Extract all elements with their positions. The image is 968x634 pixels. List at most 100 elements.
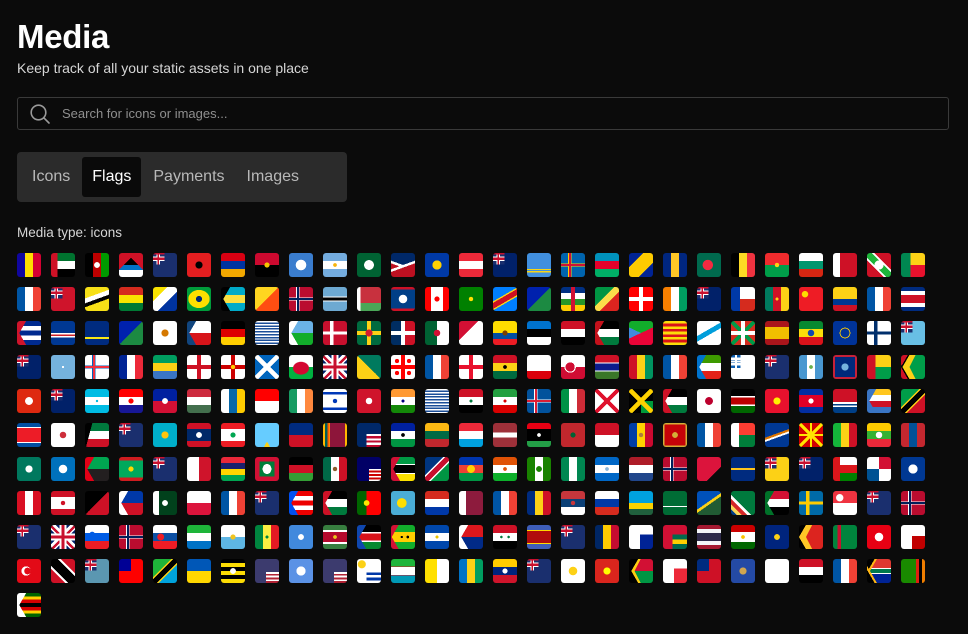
flag-botswana[interactable] <box>323 287 347 311</box>
flag-san-marino[interactable] <box>221 525 245 549</box>
flag-aland-islands[interactable] <box>561 253 585 277</box>
flag-heard-island[interactable] <box>51 389 75 413</box>
flag-togo[interactable] <box>663 525 687 549</box>
flag-philippines[interactable] <box>119 491 143 515</box>
flag-lesotho[interactable] <box>391 423 415 447</box>
flag-france[interactable] <box>119 355 143 379</box>
flag-india[interactable] <box>391 389 415 413</box>
flag-bangladesh[interactable] <box>697 253 721 277</box>
tab-payments[interactable]: Payments <box>143 157 234 197</box>
flag-djibouti[interactable] <box>289 321 313 345</box>
flag-asean[interactable] <box>425 253 449 277</box>
flag-isle-of-man[interactable] <box>357 389 381 413</box>
flag-malaysia[interactable] <box>357 457 381 481</box>
flag-bermuda[interactable] <box>51 287 75 311</box>
flag-thailand[interactable] <box>697 525 721 549</box>
flag-papua-new-guinea[interactable] <box>85 491 109 515</box>
flag-french-polynesia[interactable] <box>51 491 75 515</box>
flag-bhutan[interactable] <box>255 287 279 311</box>
flag-bahrain[interactable] <box>833 253 857 277</box>
flag-aruba[interactable] <box>527 253 551 277</box>
flag-scotland[interactable] <box>255 355 279 379</box>
flag-vanuatu[interactable] <box>629 559 653 583</box>
flag-christmas-island[interactable] <box>527 287 551 311</box>
flag-vietnam[interactable] <box>595 559 619 583</box>
flag-chile[interactable] <box>731 287 755 311</box>
flag-gibraltar[interactable] <box>527 355 551 379</box>
flag-cape-verde[interactable] <box>51 321 75 345</box>
flag-barbados[interactable] <box>663 253 687 277</box>
flag-belgium[interactable] <box>731 253 755 277</box>
flag-guinea-bissau[interactable] <box>867 355 891 379</box>
flag-macau[interactable] <box>17 457 41 481</box>
flag-hong-kong[interactable] <box>17 389 41 413</box>
flag-guam[interactable] <box>833 355 857 379</box>
flag-montenegro[interactable] <box>663 423 687 447</box>
flag-china[interactable] <box>799 287 823 311</box>
flag-timor-leste[interactable] <box>799 525 823 549</box>
flag-gambia[interactable] <box>595 355 619 379</box>
flag-galicia[interactable] <box>697 321 721 345</box>
flag-kyrgyzstan[interactable] <box>765 389 789 413</box>
flag-south-korea[interactable] <box>51 423 75 447</box>
flag-tajikistan[interactable] <box>731 525 755 549</box>
flag-hungary[interactable] <box>187 389 211 413</box>
flag-us-outlying-islands[interactable] <box>255 559 279 583</box>
flag-portugal[interactable] <box>357 491 381 515</box>
flag-tonga[interactable] <box>901 525 925 549</box>
flag-turkey[interactable] <box>17 559 41 583</box>
flag-serbia[interactable] <box>561 491 585 515</box>
flag-fiji[interactable] <box>901 321 925 345</box>
flag-new-zealand[interactable] <box>799 457 823 481</box>
flag-pitcairn[interactable] <box>255 491 279 515</box>
flag-catalonia[interactable] <box>663 321 687 345</box>
flag-mali[interactable] <box>833 423 857 447</box>
flag-greece[interactable] <box>731 355 755 379</box>
flag-bosnia-and-herzegovina[interactable] <box>629 253 653 277</box>
flag-cote-divoire[interactable] <box>663 287 687 311</box>
flag-spain[interactable] <box>765 321 789 345</box>
flag-south-sudan[interactable] <box>357 525 381 549</box>
flag-svalbard[interactable] <box>901 491 925 515</box>
flag-european-union[interactable] <box>833 321 857 345</box>
flag-basque-country[interactable] <box>731 321 755 345</box>
flag-svalbard-2[interactable] <box>119 525 143 549</box>
flag-tokelau[interactable] <box>765 525 789 549</box>
flag-western-sahara[interactable] <box>595 321 619 345</box>
tab-icons[interactable]: Icons <box>22 157 80 197</box>
flag-peru-emblem[interactable] <box>901 457 925 481</box>
flag-jordan[interactable] <box>663 389 687 413</box>
flag-mauritius[interactable] <box>221 457 245 481</box>
flag-czechia[interactable] <box>187 321 211 345</box>
flag-north-korea[interactable] <box>17 423 41 447</box>
flag-romania[interactable] <box>527 491 551 515</box>
flag-nauru[interactable] <box>731 457 755 481</box>
flag-liechtenstein[interactable] <box>289 423 313 447</box>
flag-faroe-islands[interactable] <box>85 355 109 379</box>
flag-somalia[interactable] <box>289 525 313 549</box>
flag-bahamas[interactable] <box>221 287 245 311</box>
flag-united-kingdom[interactable] <box>323 355 347 379</box>
flag-saint-vincent[interactable] <box>459 559 483 583</box>
flag-rwanda[interactable] <box>629 491 653 515</box>
flag-afghanistan[interactable] <box>85 253 109 277</box>
flag-arab-league[interactable] <box>357 253 381 277</box>
flag-cambodia[interactable] <box>799 389 823 413</box>
flag-tunisia[interactable] <box>867 525 891 549</box>
flag-burundi[interactable] <box>867 253 891 277</box>
flag-croatia[interactable] <box>119 389 143 413</box>
flag-el-salvador[interactable] <box>425 525 449 549</box>
flag-united-arab-emirates[interactable] <box>51 253 75 277</box>
flag-uruguay[interactable] <box>357 559 381 583</box>
flag-australia[interactable] <box>493 253 517 277</box>
flag-oman[interactable] <box>833 457 857 481</box>
flag-benin[interactable] <box>901 253 925 277</box>
flag-south-georgia[interactable] <box>765 355 789 379</box>
flag-finland[interactable] <box>867 321 891 345</box>
flag-northern-mariana-islands[interactable] <box>51 457 75 481</box>
flag-mozambique[interactable] <box>391 457 415 481</box>
flag-palestine[interactable] <box>323 491 347 515</box>
flag-madagascar[interactable] <box>731 423 755 447</box>
flag-marshall-islands[interactable] <box>765 423 789 447</box>
flag-jamaica[interactable] <box>629 389 653 413</box>
